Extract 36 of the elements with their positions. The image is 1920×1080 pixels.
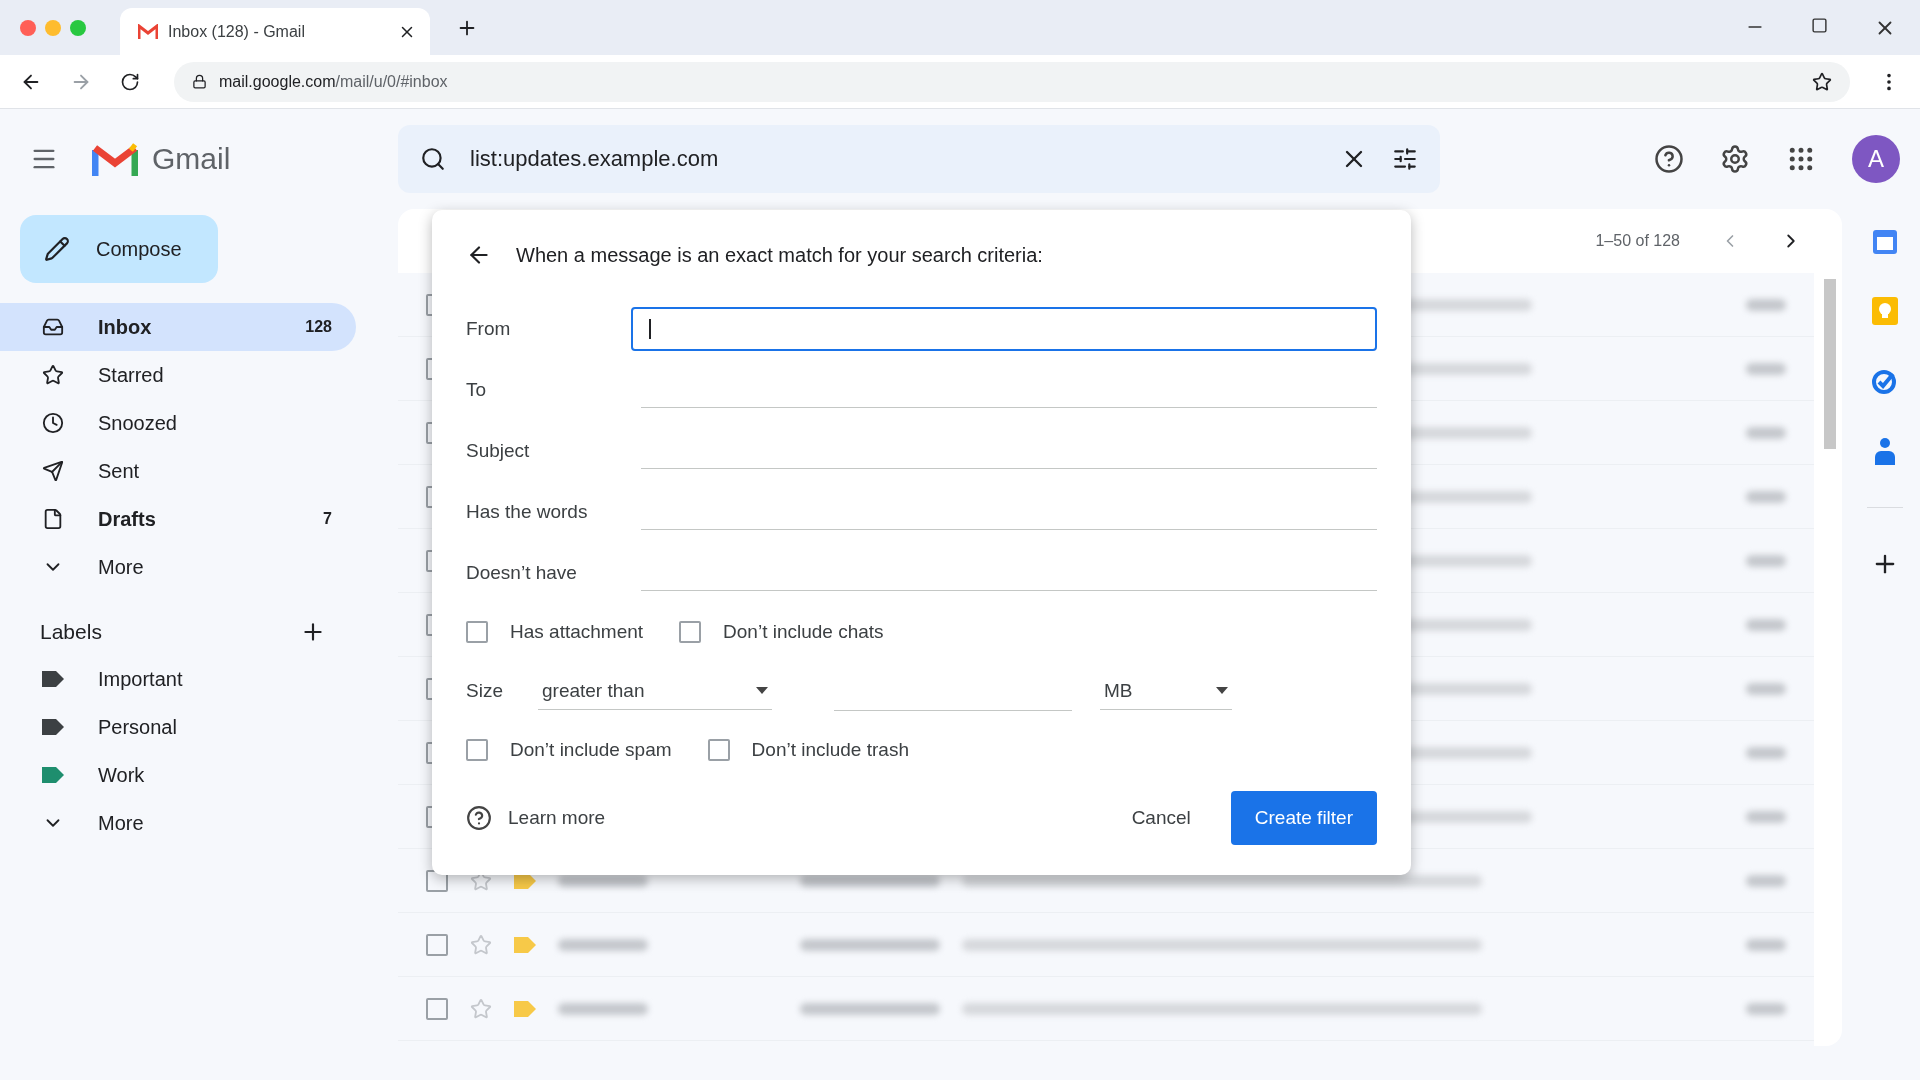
checkbox[interactable]: Has attachment [466,621,644,643]
address-bar[interactable]: mail.google.com/mail/u/0/#inbox [174,61,1850,102]
checkbox[interactable]: Don’t include trash [707,739,909,761]
checkbox[interactable]: Don’t include spam [466,739,672,761]
nav-item[interactable]: Sent [0,447,356,495]
field-label: Size [466,680,504,702]
search-field[interactable]: list:updates.example.com [398,125,1440,193]
field-label: Subject [466,439,531,462]
field-label: Has the words [466,500,589,523]
nav-item[interactable]: Starred [0,351,356,399]
avatar[interactable]: A [1852,135,1900,183]
count: 7 [323,510,332,528]
nav-item[interactable]: Drafts 7 [0,495,356,543]
brand-name: Gmail [152,142,231,176]
label-item[interactable]: Work [0,751,356,799]
page-range: 1–50 of 128 [1595,232,1680,250]
browser-tab[interactable]: Inbox (128) - Gmail [120,8,430,55]
create-filter-button[interactable]: Create filter [1230,791,1377,845]
nav-item[interactable]: Snoozed [0,399,356,447]
size-unit-select[interactable]: MB [1100,672,1232,710]
label-item[interactable]: Important [0,655,356,703]
field-label: Doesn’t have [466,561,578,584]
learn-more-link[interactable]: Learn more [508,807,1092,829]
field-label: To [466,378,488,401]
nav-item[interactable]: Inbox 128 [0,303,356,351]
nav-item[interactable]: More [0,543,356,591]
field-label: From [466,317,512,340]
labels-heading: Labels [40,620,103,644]
size-operator-select[interactable]: greater than [538,672,772,710]
checkbox[interactable]: Don’t include chats [679,621,884,643]
count: 128 [305,318,332,336]
label-item[interactable]: Personal [0,703,356,751]
compose-button[interactable]: Compose [20,215,218,283]
cancel-button[interactable]: Cancel [1107,791,1215,845]
dialog-heading: When a message is an exact match for your search criteria: [516,243,1043,267]
label-item[interactable]: More [0,799,356,847]
